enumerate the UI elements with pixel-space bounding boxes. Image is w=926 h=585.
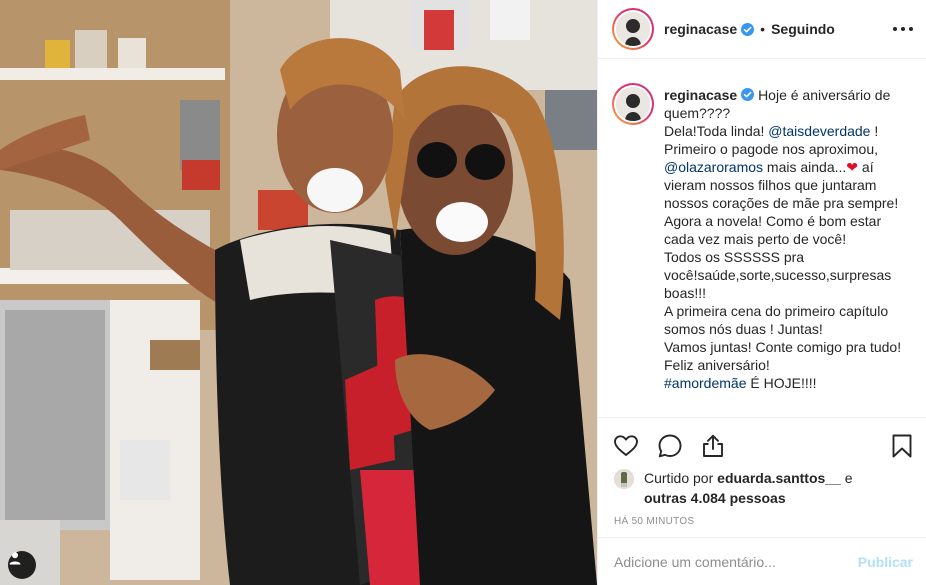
caption-text: reginacase Hoje é aniversário de quem???… xyxy=(664,86,913,392)
instagram-post: reginacase • Seguindo reginacase Hoje é … xyxy=(0,0,926,585)
username[interactable]: reginacase xyxy=(664,21,737,37)
caption: reginacase Hoje é aniversário de quem???… xyxy=(612,83,913,392)
mention-link[interactable]: @olazaroramos xyxy=(664,159,763,175)
caption-line: Agora a novela! Como é bom estar xyxy=(664,213,882,229)
more-options-icon[interactable] xyxy=(893,19,913,39)
following-button[interactable]: Seguindo xyxy=(771,21,835,37)
user-tag-icon xyxy=(9,552,21,565)
comments-area[interactable]: reginacase Hoje é aniversário de quem???… xyxy=(598,59,926,417)
comment-form: Publicar xyxy=(598,537,926,585)
likes-summary: Curtido por eduarda.santtos__ e outras 4… xyxy=(614,468,914,508)
post-header: reginacase • Seguindo xyxy=(598,0,926,59)
separator-dot: • xyxy=(760,21,766,37)
caption-line: vieram nossos filhos que juntaram xyxy=(664,177,877,193)
caption-line: Feliz aniversário! xyxy=(664,357,770,373)
post-actions-section: Curtido por eduarda.santtos__ e outras 4… xyxy=(598,417,926,585)
avatar[interactable] xyxy=(612,8,654,50)
post-timestamp[interactable]: HÁ 50 MINUTOS xyxy=(614,516,694,527)
hashtag-link[interactable]: #amordemãe xyxy=(664,375,747,391)
caption-line: boas!!! xyxy=(664,285,707,301)
caption-line: Todos os SSSSSS pra xyxy=(664,249,805,265)
caption-avatar[interactable] xyxy=(612,83,654,125)
post-side-panel: reginacase • Seguindo reginacase Hoje é … xyxy=(597,0,926,585)
liked-by-label: Curtido por xyxy=(644,470,714,486)
caption-line: É HOJE!!!! xyxy=(750,375,817,391)
others-likes-link[interactable]: outras 4.084 pessoas xyxy=(644,490,786,506)
caption-line: somos nós duas ! Juntas! xyxy=(664,321,823,337)
caption-line: nossos corações de mãe pra sempre! xyxy=(664,195,899,211)
mention-link[interactable]: @taisdeverdade xyxy=(768,123,870,139)
caption-line: Primeiro o pagode nos aproximou, xyxy=(664,141,879,157)
post-photo[interactable] xyxy=(0,0,597,585)
caption-line: você!saúde,sorte,sucesso,surpresas xyxy=(664,267,892,283)
caption-line: Vamos juntas! Conte comigo pra tudo! xyxy=(664,339,902,355)
caption-line: Hoje é aniversário de xyxy=(758,87,891,103)
caption-line: aí xyxy=(861,159,874,175)
verified-badge-icon xyxy=(741,22,755,36)
caption-username[interactable]: reginacase xyxy=(664,87,737,103)
publish-button[interactable]: Publicar xyxy=(858,554,913,570)
comment-input[interactable] xyxy=(614,553,858,570)
photo-illustration xyxy=(0,0,597,585)
share-icon[interactable] xyxy=(699,432,727,460)
caption-line: mais ainda... xyxy=(766,159,847,175)
bookmark-icon[interactable] xyxy=(888,432,916,460)
comment-icon[interactable] xyxy=(656,432,684,460)
tag-users-button[interactable] xyxy=(8,551,36,579)
likes-conjunction: e xyxy=(844,470,853,486)
caption-line: Dela!Toda linda! xyxy=(664,123,765,139)
caption-line: cada vez mais perto de você! xyxy=(664,231,847,247)
likes-text: Curtido por eduarda.santtos__ e outras 4… xyxy=(644,468,853,508)
caption-line: ! xyxy=(874,123,879,139)
verified-badge-icon xyxy=(741,88,755,101)
heart-emoji-icon: ❤ xyxy=(846,159,859,175)
liker-avatar[interactable] xyxy=(614,469,634,489)
heart-icon[interactable] xyxy=(612,432,640,460)
caption-line: quem???? xyxy=(664,105,731,121)
caption-line: A primeira cena do primeiro capítulo xyxy=(664,303,889,319)
action-icons xyxy=(614,432,914,460)
liker-username[interactable]: eduarda.santtos__ xyxy=(717,470,841,486)
